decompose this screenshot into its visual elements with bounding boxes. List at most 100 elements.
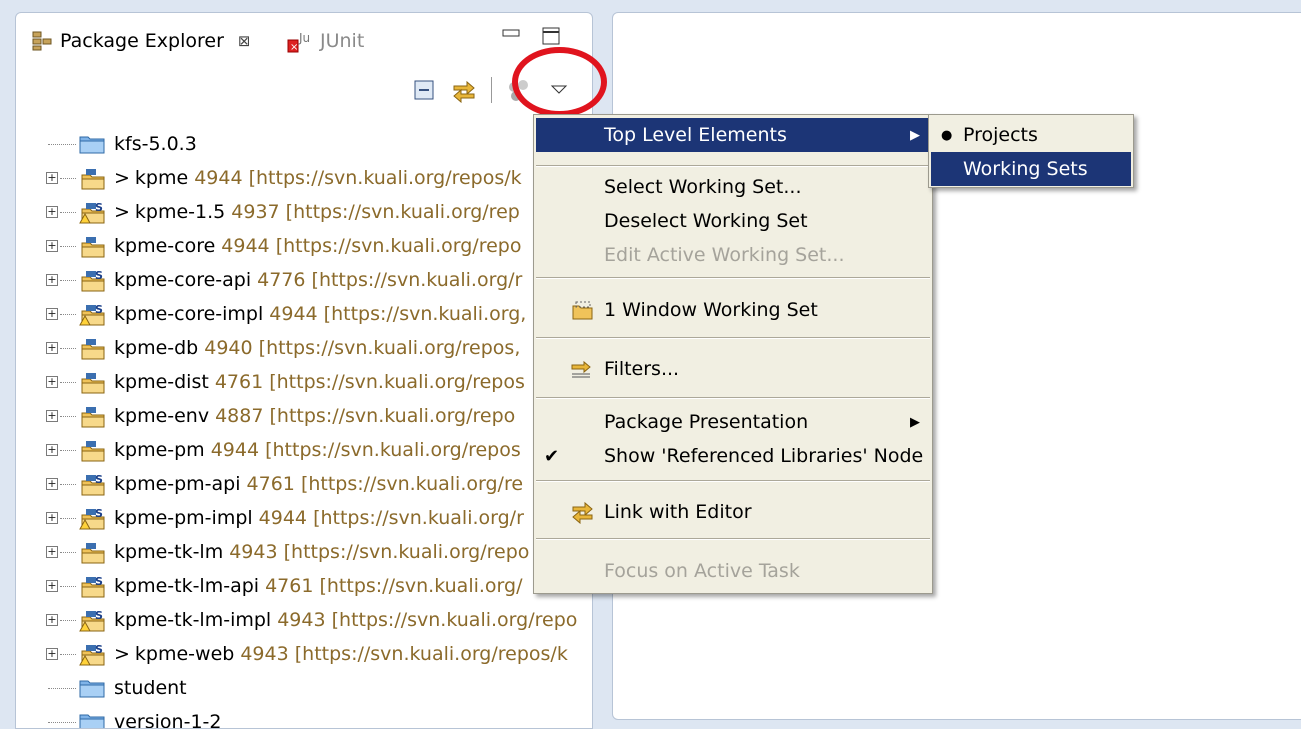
tree-item[interactable]: + kpme-pm 4944 [https://svn.kuali.org/repo… [46, 433, 592, 467]
tree-item[interactable]: + Skpme-pm-api 4761 [https://svn.kuali.org… [46, 467, 592, 501]
link-icon [572, 501, 593, 524]
tree-item[interactable]: student [46, 671, 592, 705]
svg-text:Ju: Ju [298, 31, 310, 45]
expand-toggle-icon[interactable]: + [46, 172, 58, 184]
expand-toggle-icon[interactable]: + [46, 342, 58, 354]
svn-revision-number: 4761 [214, 371, 264, 393]
link-with-editor-button[interactable] [451, 77, 477, 103]
tree-item-label: kpme-tk-lm-impl [114, 609, 272, 631]
svg-text:S: S [95, 303, 103, 316]
expand-toggle-icon[interactable]: + [46, 512, 58, 524]
submenu-item-working-sets[interactable]: Working Sets [931, 152, 1131, 186]
tree-item[interactable]: + Skpme-core-api 4776 [https://svn.kuali.o… [46, 263, 592, 297]
menu-item-deselect-working-set[interactable]: Deselect Working Set [536, 204, 930, 238]
focus-task-button[interactable] [506, 77, 532, 103]
menu-item-top-level-elements[interactable]: Top Level Elements ▶ [536, 118, 930, 152]
svn-url: [https://svn.kuali.org/re [300, 473, 524, 495]
maximize-icon[interactable] [542, 27, 560, 45]
svn-revision-number: 4944 [194, 167, 243, 189]
menu-item-label: 1 Window Working Set [604, 299, 818, 321]
tree-item[interactable]: kfs-5.0.3 [46, 127, 592, 161]
svn-revision: 4761 [https://svn.kuali.org/re [247, 473, 524, 495]
tree-item[interactable]: + kpme-env 4887 [https://svn.kuali.org/rep… [46, 399, 592, 433]
expand-toggle-icon[interactable]: + [46, 648, 58, 660]
folder-icon [79, 714, 105, 728]
expand-toggle-icon[interactable]: + [46, 308, 58, 320]
menu-item-show-referenced-libraries-node[interactable]: ✔ Show 'Referenced Libraries' Node [536, 439, 930, 473]
svn-url: [https://svn.kuali.org/r [313, 507, 524, 529]
menu-separator [536, 277, 930, 279]
svn-revision: 4944 [https://svn.kuali.org/repos/k [194, 167, 522, 189]
tree-item-label: kpme-pm [114, 439, 205, 461]
menu-item-link-with-editor[interactable]: Link with Editor [536, 495, 930, 529]
checkmark-icon: ✔ [544, 445, 560, 467]
link-with-editor-icon [453, 80, 475, 103]
tab-junit[interactable]: × Ju JUnit [286, 23, 364, 59]
tree-item-label: kpme-db [114, 337, 199, 359]
tree-item[interactable]: + kpme-core 4944 [https://svn.kuali.org/re… [46, 229, 592, 263]
minimize-icon[interactable] [502, 27, 520, 45]
tree-connector [48, 721, 76, 723]
tree-item[interactable]: + S > kpme-web 4943 [https://svn.kuali.org/r… [46, 637, 592, 671]
folder-icon [79, 136, 105, 154]
menu-separator [536, 165, 930, 167]
java-project-icon: S [79, 643, 105, 666]
expand-toggle-icon[interactable]: + [46, 580, 58, 592]
tree-item[interactable]: + kpme-tk-lm 4943 [https://svn.kuali.org/r… [46, 535, 592, 569]
expand-toggle-icon[interactable]: + [46, 410, 58, 422]
svn-revision: 4944 [https://svn.kuali.org, [269, 303, 526, 325]
svn-revision-number: 4943 [229, 541, 278, 563]
expand-toggle-icon[interactable]: + [46, 240, 58, 252]
tree-item-label: kfs-5.0.3 [114, 133, 197, 155]
tree-connector [60, 211, 76, 213]
tree-item[interactable]: + kpme-db 4940 [https://svn.kuali.org/repo… [46, 331, 592, 365]
menu-item-label: Package Presentation [604, 411, 809, 433]
tree-item[interactable]: + Skpme-tk-lm-api 4761 [https://svn.kuali.… [46, 569, 592, 603]
svg-text:S: S [95, 507, 103, 520]
collapse-all-button[interactable] [411, 77, 437, 103]
tree-item[interactable]: + Skpme-pm-impl 4944 [https://svn.kuali.or… [46, 501, 592, 535]
menu-item-package-presentation[interactable]: Package Presentation ▶ [536, 405, 930, 439]
tree-item-label: kpme-dist [114, 371, 209, 393]
submenu-arrow-icon: ▶ [910, 414, 920, 430]
close-icon[interactable]: ⊠ [238, 32, 251, 50]
tree-connector [60, 279, 76, 281]
svn-revision: 4940 [https://svn.kuali.org/repos, [204, 337, 520, 359]
expand-toggle-icon[interactable]: + [46, 478, 58, 490]
tree-item-label: kpme-web [134, 643, 235, 665]
svn-revision-number: 4940 [204, 337, 253, 359]
tree-connector [60, 585, 76, 587]
java-project-icon [81, 339, 105, 360]
svn-url: [https://svn.kuali.org/rep [285, 201, 520, 223]
tree-connector [48, 687, 76, 689]
outgoing-change-marker: > [114, 167, 130, 189]
expand-toggle-icon[interactable]: + [46, 546, 58, 558]
menu-item-label: Focus on Active Task [604, 560, 800, 582]
submenu-item-projects[interactable]: ● Projects [931, 118, 1131, 152]
tree-item[interactable]: + > kpme 4944 [https://svn.kuali.org/repos/… [46, 161, 592, 195]
tree-item[interactable]: + S > kpme-1.5 4937 [https://svn.kuali.org/r… [46, 195, 592, 229]
expand-toggle-icon[interactable]: + [46, 614, 58, 626]
tree-item[interactable]: version-1-2 [46, 705, 592, 728]
tree-item[interactable]: + kpme-dist 4761 [https://svn.kuali.org/re… [46, 365, 592, 399]
tree-connector [48, 143, 76, 145]
expand-toggle-icon[interactable]: + [46, 444, 58, 456]
menu-item-select-working-set[interactable]: Select Working Set... [536, 170, 930, 204]
tab-package-explorer[interactable]: Package Explorer ⊠ [32, 23, 250, 59]
tree-item[interactable]: + Skpme-tk-lm-impl 4943 [https://svn.kuali… [46, 603, 592, 637]
svn-revision: 4761 [https://svn.kuali.org/repos [215, 371, 525, 393]
view-menu-button[interactable] [546, 77, 572, 103]
svg-text:S: S [95, 575, 103, 588]
svn-revision-number: 4937 [231, 201, 280, 223]
tree-connector [60, 653, 76, 655]
expand-toggle-icon[interactable]: + [46, 274, 58, 286]
expand-toggle-icon[interactable]: + [46, 206, 58, 218]
menu-item-label: Edit Active Working Set... [604, 244, 845, 266]
java-project-icon [81, 543, 105, 564]
tree-item-label: kpme-tk-lm [114, 541, 224, 563]
menu-item-filters[interactable]: Filters... [536, 352, 930, 386]
tree-item[interactable]: + Skpme-core-impl 4944 [https://svn.kuali.… [46, 297, 592, 331]
expand-toggle-icon[interactable]: + [46, 376, 58, 388]
menu-item-1-window-working-set[interactable]: 1 Window Working Set [536, 293, 930, 327]
svg-text:S: S [95, 269, 103, 282]
